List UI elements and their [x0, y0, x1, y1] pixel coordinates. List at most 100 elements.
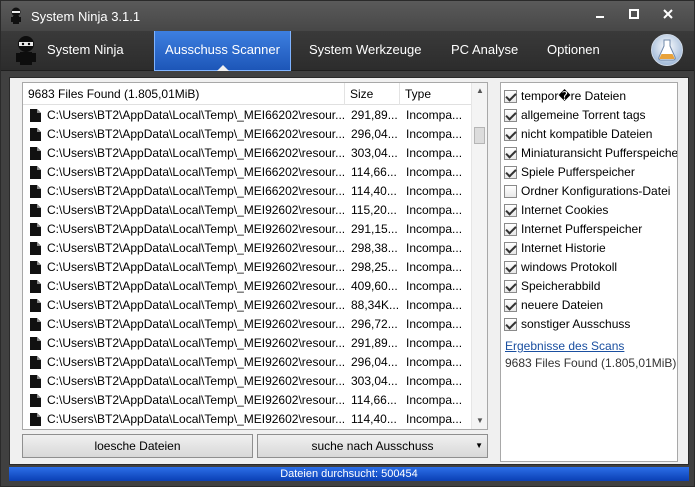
tab-system-ninja[interactable]: System Ninja [33, 31, 138, 69]
file-size: 114,66... [351, 165, 397, 179]
delete-files-button[interactable]: loesche Dateien [22, 434, 253, 458]
table-row[interactable]: C:\Users\BT2\AppData\Local\Temp\_MEI9260… [23, 201, 472, 220]
category-checkbox[interactable] [504, 128, 517, 141]
file-path: C:\Users\BT2\AppData\Local\Temp\_MEI6620… [47, 165, 345, 179]
category-checkbox[interactable] [504, 147, 517, 160]
file-size: 114,66... [351, 393, 397, 407]
file-path: C:\Users\BT2\AppData\Local\Temp\_MEI9260… [47, 412, 345, 426]
category-item[interactable]: allgemeine Torrent tags [501, 106, 677, 125]
minimize-button[interactable] [589, 7, 611, 25]
category-checkbox[interactable] [504, 261, 517, 274]
category-checkbox[interactable] [504, 280, 517, 293]
table-row[interactable]: C:\Users\BT2\AppData\Local\Temp\_MEI9260… [23, 391, 472, 410]
close-button[interactable] [657, 7, 679, 25]
table-row[interactable]: C:\Users\BT2\AppData\Local\Temp\_MEI6620… [23, 163, 472, 182]
category-item[interactable]: Internet Historie [501, 239, 677, 258]
category-checkbox[interactable] [504, 166, 517, 179]
flask-icon[interactable] [650, 33, 684, 67]
file-size: 296,04... [351, 127, 398, 141]
category-item[interactable]: windows Protokoll [501, 258, 677, 277]
scroll-thumb[interactable] [474, 127, 485, 144]
category-item[interactable]: Internet Cookies [501, 201, 677, 220]
table-row[interactable]: C:\Users\BT2\AppData\Local\Temp\_MEI9260… [23, 410, 472, 429]
tab-optionen[interactable]: Optionen [533, 31, 614, 69]
category-label: allgemeine Torrent tags [521, 108, 646, 122]
file-list[interactable]: 9683 Files Found (1.805,01MiB) Size Type… [22, 82, 488, 430]
minimize-icon [596, 16, 604, 18]
category-checkbox[interactable] [504, 90, 517, 103]
table-row[interactable]: C:\Users\BT2\AppData\Local\Temp\_MEI9260… [23, 239, 472, 258]
table-row[interactable]: C:\Users\BT2\AppData\Local\Temp\_MEI9260… [23, 296, 472, 315]
category-item[interactable]: Ordner Konfigurations-Datei [501, 182, 677, 201]
scroll-down-icon[interactable]: ▼ [472, 413, 487, 429]
file-type: Incompa... [406, 241, 463, 255]
category-item[interactable]: neuere Dateien [501, 296, 677, 315]
file-path: C:\Users\BT2\AppData\Local\Temp\_MEI9260… [47, 355, 345, 369]
file-size: 114,40... [351, 184, 397, 198]
scan-junk-label: suche nach Ausschuss [311, 439, 434, 453]
column-size[interactable]: Size [345, 83, 400, 105]
maximize-button[interactable] [623, 7, 645, 25]
table-row[interactable]: C:\Users\BT2\AppData\Local\Temp\_MEI9260… [23, 277, 472, 296]
file-path: C:\Users\BT2\AppData\Local\Temp\_MEI6620… [47, 184, 345, 198]
file-type: Incompa... [406, 374, 463, 388]
file-path: C:\Users\BT2\AppData\Local\Temp\_MEI9260… [47, 241, 345, 255]
file-type: Incompa... [406, 393, 463, 407]
file-size: 88,34K... [351, 298, 400, 312]
category-label: Internet Cookies [521, 203, 609, 217]
table-row[interactable]: C:\Users\BT2\AppData\Local\Temp\_MEI9260… [23, 315, 472, 334]
scanner-content: 9683 Files Found (1.805,01MiB) Size Type… [9, 77, 689, 465]
main-navigation: System Ninja Ausschuss Scanner System We… [1, 31, 694, 71]
table-row[interactable]: C:\Users\BT2\AppData\Local\Temp\_MEI9260… [23, 372, 472, 391]
category-item[interactable]: Miniaturansicht Pufferspeicher [501, 144, 678, 163]
category-label: Miniaturansicht Pufferspeicher [521, 146, 678, 160]
title-bar[interactable]: System Ninja 3.1.1 [1, 1, 694, 31]
table-row[interactable]: C:\Users\BT2\AppData\Local\Temp\_MEI9260… [23, 334, 472, 353]
category-checkbox[interactable] [504, 185, 517, 198]
dropdown-arrow-icon[interactable]: ▼ [475, 435, 483, 457]
tab-pc-analyse[interactable]: PC Analyse [437, 31, 532, 69]
category-label: nicht kompatible Dateien [521, 127, 653, 141]
column-type[interactable]: Type [400, 83, 472, 105]
category-item[interactable]: tempor�re Dateien [501, 87, 677, 106]
maximize-icon [629, 9, 639, 19]
scroll-up-icon[interactable]: ▲ [472, 83, 487, 99]
table-row[interactable]: C:\Users\BT2\AppData\Local\Temp\_MEI6620… [23, 182, 472, 201]
category-item[interactable]: Spiele Pufferspeicher [501, 163, 677, 182]
vertical-scrollbar[interactable]: ▲ ▼ [471, 83, 487, 429]
file-type: Incompa... [406, 127, 463, 141]
table-row[interactable]: C:\Users\BT2\AppData\Local\Temp\_MEI9260… [23, 220, 472, 239]
category-checkbox[interactable] [504, 318, 517, 331]
file-icon [30, 185, 41, 198]
file-path: C:\Users\BT2\AppData\Local\Temp\_MEI9260… [47, 374, 345, 388]
category-checkbox[interactable] [504, 204, 517, 217]
file-size: 298,25... [351, 260, 398, 274]
scan-results-link[interactable]: Ergebnisse des Scans [505, 339, 624, 353]
file-type: Incompa... [406, 165, 463, 179]
scan-junk-button[interactable]: suche nach Ausschuss ▼ [257, 434, 488, 458]
file-path: C:\Users\BT2\AppData\Local\Temp\_MEI9260… [47, 260, 345, 274]
file-icon [30, 413, 41, 426]
tab-system-werkzeuge[interactable]: System Werkzeuge [295, 31, 435, 69]
category-item[interactable]: nicht kompatible Dateien [501, 125, 677, 144]
category-item[interactable]: Speicherabbild [501, 277, 677, 296]
category-checkbox[interactable] [504, 109, 517, 122]
category-label: sonstiger Ausschuss [521, 317, 631, 331]
header-summary[interactable]: 9683 Files Found (1.805,01MiB) [23, 83, 345, 105]
category-item[interactable]: Internet Pufferspeicher [501, 220, 677, 239]
table-row[interactable]: C:\Users\BT2\AppData\Local\Temp\_MEI6620… [23, 106, 472, 125]
file-path: C:\Users\BT2\AppData\Local\Temp\_MEI6620… [47, 108, 345, 122]
category-checkbox[interactable] [504, 223, 517, 236]
file-icon [30, 337, 41, 350]
tab-ausschuss-scanner[interactable]: Ausschuss Scanner [154, 31, 291, 71]
table-row[interactable]: C:\Users\BT2\AppData\Local\Temp\_MEI9260… [23, 258, 472, 277]
table-row[interactable]: C:\Users\BT2\AppData\Local\Temp\_MEI9260… [23, 353, 472, 372]
category-checkbox[interactable] [504, 299, 517, 312]
table-row[interactable]: C:\Users\BT2\AppData\Local\Temp\_MEI6620… [23, 125, 472, 144]
category-checkbox[interactable] [504, 242, 517, 255]
file-icon [30, 242, 41, 255]
table-row[interactable]: C:\Users\BT2\AppData\Local\Temp\_MEI6620… [23, 144, 472, 163]
file-size: 409,60... [351, 279, 398, 293]
app-window: System Ninja 3.1.1 System Ninja Ausschus… [0, 0, 695, 487]
category-item[interactable]: sonstiger Ausschuss [501, 315, 677, 334]
